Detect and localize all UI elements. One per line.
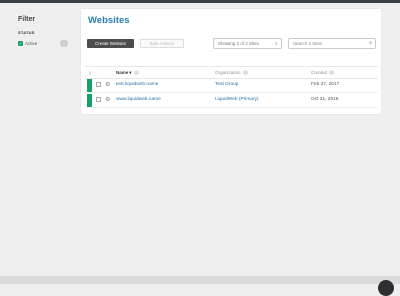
- status-filter-active[interactable]: ✓ Active 2: [18, 39, 74, 48]
- help-icon[interactable]: ?: [329, 70, 335, 76]
- table-row: ⚙ test.liquidweb.name Test Group Feb 27,…: [85, 78, 378, 93]
- name-header-label: Name: [116, 70, 129, 75]
- search-icon[interactable]: ⌕: [369, 39, 372, 48]
- help-icon[interactable]: ?: [242, 70, 248, 76]
- gear-icon[interactable]: ⚙: [105, 93, 110, 107]
- chevron-updown-icon: ⇕: [274, 41, 278, 46]
- organization-link[interactable]: Test Group: [215, 78, 238, 92]
- select-column-header[interactable]: §: [89, 67, 91, 78]
- search-placeholder: Search 2 Sites: [293, 41, 323, 46]
- created-header-label: Created: [311, 70, 328, 75]
- status-filter-label: STATUS: [18, 30, 35, 35]
- chat-button[interactable]: [378, 280, 394, 296]
- websites-panel: Websites Create Website Bulk Actions Sho…: [81, 9, 381, 114]
- help-icon[interactable]: ?: [133, 70, 139, 76]
- row-checkbox[interactable]: [96, 82, 101, 87]
- organization-column-header[interactable]: Organization?: [215, 67, 248, 78]
- active-filter-label: Active: [25, 41, 38, 46]
- status-indicator: [87, 94, 92, 107]
- created-date: Feb 27, 2017: [311, 82, 340, 87]
- filter-title: Filter: [18, 16, 36, 23]
- create-website-button[interactable]: Create Website: [87, 39, 134, 48]
- bulk-actions-button[interactable]: Bulk Actions: [140, 39, 184, 48]
- site-name-link[interactable]: www.liquidweb.name: [116, 93, 161, 107]
- showing-select[interactable]: Showing 2 of 2 Sites ⇕: [213, 38, 282, 49]
- search-input[interactable]: Search 2 Sites ⌕: [288, 38, 376, 49]
- organization-header-label: Organization: [215, 70, 241, 75]
- footer-strip: [0, 276, 400, 284]
- table-row: ⚙ www.liquidweb.name LiquidWeb (Primary)…: [85, 93, 378, 108]
- sort-desc-icon[interactable]: ▾: [129, 70, 131, 75]
- status-indicator: [87, 79, 92, 92]
- showing-label: Showing 2 of 2 Sites: [218, 41, 260, 46]
- checkbox-checked-icon[interactable]: ✓: [18, 41, 23, 46]
- row-checkbox[interactable]: [96, 97, 101, 102]
- created-date: Oct 31, 2016: [311, 97, 339, 102]
- gear-icon[interactable]: ⚙: [105, 78, 110, 92]
- filter-sidebar: Filter STATUS ✓ Active 2: [18, 16, 74, 48]
- top-nav-bar: [0, 0, 400, 3]
- created-column-header[interactable]: Created?: [311, 67, 335, 78]
- organization-link[interactable]: LiquidWeb (Primary): [215, 93, 259, 107]
- name-column-header[interactable]: Name▾?: [116, 67, 139, 78]
- site-name-link[interactable]: test.liquidweb.name: [116, 78, 158, 92]
- page-title: Websites: [88, 15, 130, 26]
- active-count-badge: 2: [60, 40, 68, 47]
